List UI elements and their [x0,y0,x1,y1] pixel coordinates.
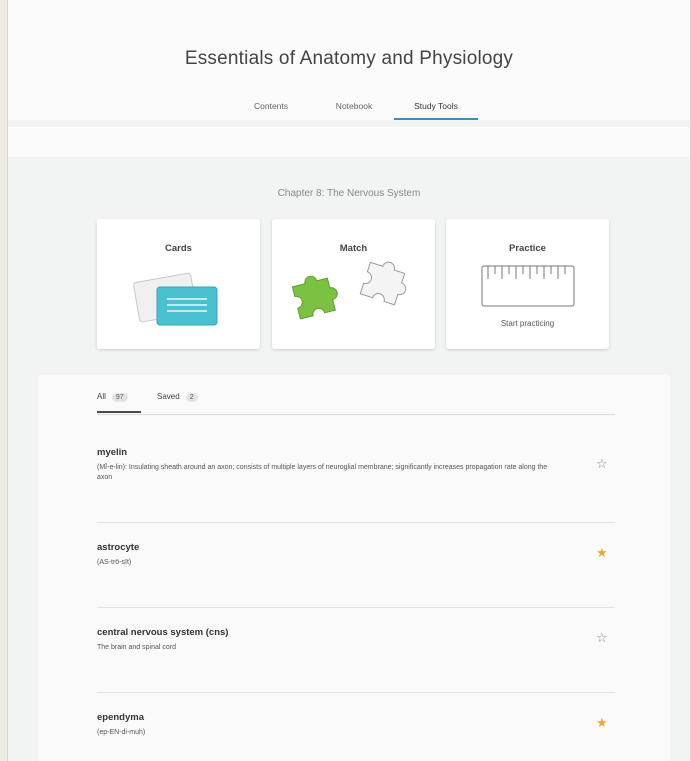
term-definition: (ep-EN-di-muh) [97,729,146,736]
term-definition: (MĪ-e-lin): Insulating sheath around an … [97,464,548,481]
term-item-myelin[interactable]: myelin (MĪ-e-lin): Insulating sheath aro… [97,447,632,483]
filter-divider [97,414,615,415]
tab-study-tools[interactable]: Study Tools [414,101,458,111]
filter-saved-label: Saved [157,392,180,401]
active-filter-indicator [97,411,141,413]
save-star-icon[interactable]: ☆ [596,457,608,470]
tab-notebook[interactable]: Notebook [336,101,372,111]
header-band [8,127,690,157]
term-name: central nervous system (cns) [97,627,229,638]
active-tab-indicator [394,118,478,120]
term-name: astrocyte [97,542,140,553]
flashcards-icon [133,272,218,326]
book-title: Essentials of Anatomy and Physiology [184,48,514,69]
cards-tool-card[interactable]: Cards [97,219,260,349]
filter-saved-count: 2 [185,393,198,402]
match-tool-card[interactable]: Match [272,219,435,349]
row-divider [97,692,615,693]
term-item-central-nervous-system[interactable]: central nervous system (cns) The brain a… [97,627,632,653]
filter-all-count: 97 [111,393,128,402]
filter-all[interactable]: All 97 [97,392,128,402]
saved-star-icon[interactable]: ★ [596,716,608,729]
filter-saved[interactable]: Saved 2 [157,392,198,402]
header: Essentials of Anatomy and Physiology Con… [8,0,690,120]
term-item-ependyma[interactable]: ependyma (ep-EN-di-muh) [97,712,632,738]
term-definition: The brain and spinal cord [97,644,176,651]
filter-all-label: All [97,392,106,401]
term-name: myelin [97,447,128,458]
tab-contents[interactable]: Contents [254,101,288,111]
term-name: ependyma [97,712,144,723]
term-list-panel [38,375,670,761]
practice-tool-card[interactable]: Practice Start practicing [446,219,609,349]
practice-tool-subtitle: Start practicing [500,319,555,328]
app-frame: Essentials of Anatomy and Physiology Con… [7,0,691,761]
chapter-title: Chapter 8: The Nervous System [277,188,421,199]
row-divider [97,522,615,523]
save-star-icon[interactable]: ☆ [596,631,608,644]
puzzle-icon [291,261,407,320]
term-definition: (AS-trō-sīt) [97,559,132,566]
term-item-astrocyte[interactable]: astrocyte (AS-trō-sīt) [97,542,632,568]
ruler-icon [481,265,575,307]
row-divider [97,607,615,608]
saved-star-icon[interactable]: ★ [596,546,608,559]
